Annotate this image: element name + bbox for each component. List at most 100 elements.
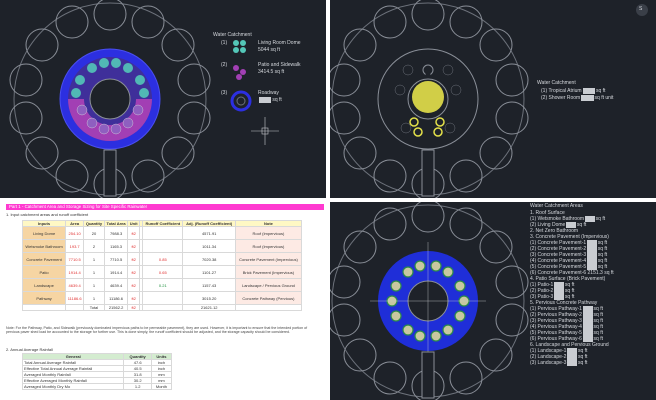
cell[interactable]: ft2 bbox=[127, 304, 140, 311]
cell[interactable]: ft2 bbox=[127, 239, 140, 253]
cell[interactable]: 3015.20 bbox=[182, 291, 236, 305]
cell[interactable]: Landscape / Pervious Ground bbox=[234, 278, 303, 292]
cell[interactable]: Brick Pavement (Impervious) bbox=[234, 265, 303, 279]
q1-item-3-label: Roadway bbox=[258, 90, 279, 96]
cell[interactable]: Concrete Pathway (Pervious) bbox=[234, 291, 303, 305]
cell[interactable]: Concrete Pavement bbox=[21, 252, 67, 266]
cell[interactable] bbox=[142, 239, 184, 253]
sheet-subtitle: 1. Input catchment areas and runoff coef… bbox=[6, 212, 89, 217]
q1-item-3-value: sq ft bbox=[258, 97, 282, 103]
q4-legend-title: Water Catchment Areas bbox=[530, 203, 583, 209]
value-box bbox=[259, 97, 272, 103]
cell[interactable]: 1914.4 bbox=[65, 265, 85, 279]
cell[interactable]: 20 bbox=[83, 226, 105, 240]
q1-item-1-label: Living Room Dome bbox=[258, 40, 301, 46]
table-row[interactable]: Living Dome 254.10 20 7988.3 ft2 4571.91… bbox=[21, 226, 303, 240]
cell[interactable]: Concrete Pavement (Impervious) bbox=[234, 252, 303, 266]
table-row[interactable]: Wetsmoke Bathroom 193.7 2 1165.3 ft2 101… bbox=[21, 239, 303, 253]
cell[interactable]: 11186.6 bbox=[65, 291, 85, 305]
cad-viewport-top-right[interactable]: S Water Catchment (1) Tropical Atrium sq… bbox=[330, 0, 656, 198]
cell[interactable]: 1.2 bbox=[123, 383, 152, 390]
cell[interactable]: 4571.91 bbox=[182, 226, 236, 240]
cell[interactable]: 21562.2 bbox=[103, 304, 129, 311]
q1-item-2-value: 3414.5 sq ft bbox=[258, 69, 285, 75]
table-row[interactable]: Pathway 11186.6 1 11186.6 ft2 3015.20 Co… bbox=[21, 291, 303, 305]
cell[interactable]: Roof (Impervious) bbox=[234, 239, 303, 253]
cell[interactable]: ft2 bbox=[127, 226, 140, 240]
q2-item-2: (2) Shower Room sq ft unit bbox=[541, 95, 614, 101]
cell[interactable]: 1165.3 bbox=[103, 239, 129, 253]
spreadsheet-panel[interactable]: Part 1 - Catchment Area and Storage Sizi… bbox=[0, 202, 326, 400]
cell[interactable]: 7710.5 bbox=[103, 252, 129, 266]
sheet-title: Part 1 - Catchment Area and Storage Sizi… bbox=[6, 204, 324, 210]
cell[interactable]: Living Dome bbox=[21, 226, 67, 240]
cell[interactable] bbox=[234, 304, 303, 311]
legend-line: (3) Landscape-3 sq ft bbox=[530, 360, 588, 366]
table2-title: 2. Annual Average Rainfall bbox=[6, 347, 53, 352]
cell[interactable]: 1011.34 bbox=[182, 239, 236, 253]
cell[interactable]: ft2 bbox=[127, 265, 140, 279]
cell[interactable]: Month bbox=[150, 383, 173, 390]
cell[interactable]: 254.10 bbox=[65, 226, 85, 240]
q1-item-1-value: 5044 sq ft bbox=[258, 47, 280, 53]
cell[interactable]: 1 bbox=[83, 291, 105, 305]
table-row[interactable]: Patio 1914.4 1 1914.4 ft2 0.65 1101.27 B… bbox=[21, 265, 303, 279]
cell[interactable] bbox=[142, 226, 184, 240]
cell[interactable]: 1101.27 bbox=[182, 265, 236, 279]
cell[interactable]: 0.85 bbox=[142, 252, 184, 266]
col-header: Total Area bbox=[103, 220, 129, 227]
compass-label[interactable]: S bbox=[639, 6, 642, 12]
cad-viewport-bottom-right[interactable]: Water Catchment Areas 1. Roof Surface (1… bbox=[330, 202, 656, 400]
cell[interactable]: Roof (Impervious) bbox=[234, 226, 303, 240]
cell[interactable]: 21621.12 bbox=[182, 304, 236, 311]
cell[interactable]: 1 bbox=[83, 252, 105, 266]
cell[interactable]: Patio bbox=[21, 265, 67, 279]
q1-legend-title: Water Catchment bbox=[213, 32, 252, 38]
cell[interactable]: 193.7 bbox=[65, 239, 85, 253]
table-row[interactable]: Concrete Pavement 7710.5 1 7710.5 ft2 0.… bbox=[21, 252, 303, 266]
sheet-note: Note: For the Pathway, Patio, and Sidewa… bbox=[6, 326, 308, 335]
cell[interactable]: 1914.4 bbox=[103, 265, 129, 279]
cell[interactable] bbox=[21, 304, 67, 311]
cell[interactable]: Total bbox=[83, 304, 105, 311]
table-row[interactable]: Landscape 4639.4 1 4639.4 ft2 0.21 1157.… bbox=[21, 278, 303, 292]
q1-item-2-label: Patio and Sidewalk bbox=[258, 62, 301, 68]
cell[interactable] bbox=[142, 291, 184, 305]
col-header: Unit bbox=[127, 220, 140, 227]
q1-item-2-num: (2) bbox=[221, 62, 228, 68]
cell[interactable]: 7988.3 bbox=[103, 226, 129, 240]
cell[interactable]: Pathway bbox=[21, 291, 67, 305]
col-header: Adj. (Runoff Coefficient) bbox=[182, 220, 236, 227]
total-row[interactable]: Total 21562.2 ft2 21621.12 bbox=[21, 304, 303, 311]
cell[interactable]: ft2 bbox=[127, 252, 140, 266]
cell[interactable]: 2 bbox=[83, 239, 105, 253]
cell[interactable]: 4639.4 bbox=[65, 278, 85, 292]
cell[interactable]: ft2 bbox=[127, 291, 140, 305]
cell[interactable]: 1 bbox=[83, 278, 105, 292]
cell[interactable]: 7020.38 bbox=[182, 252, 236, 266]
table-row[interactable]: Averaged Monthly Dry Mo 1.2 Month bbox=[21, 383, 173, 390]
col-header: Runoff Coefficient bbox=[142, 220, 184, 227]
q4-legend-list: 1. Roof Surface (1) Wetsmoke Bathroom sq… bbox=[530, 210, 614, 366]
cell[interactable]: 1157.43 bbox=[182, 278, 236, 292]
q2-item-1: (1) Tropical Atrium sq ft bbox=[541, 88, 606, 94]
q1-item-1-num: (1) bbox=[221, 40, 228, 46]
cell[interactable]: 0.65 bbox=[142, 265, 184, 279]
cell[interactable]: 7710.5 bbox=[65, 252, 85, 266]
catchment-table: Inputs Area Quantity Total Area Unit Run… bbox=[21, 220, 303, 311]
cell[interactable] bbox=[142, 304, 184, 311]
cell[interactable]: Landscape bbox=[21, 278, 67, 292]
cell[interactable]: 0.21 bbox=[142, 278, 184, 292]
cell[interactable]: 11186.6 bbox=[103, 291, 129, 305]
value-box bbox=[581, 95, 594, 101]
cell[interactable]: Wetsmoke Bathroom bbox=[21, 239, 67, 253]
cell[interactable] bbox=[65, 304, 85, 311]
cell[interactable]: 4639.4 bbox=[103, 278, 129, 292]
cad-viewport-top-left[interactable]: Water Catchment (1) Living Room Dome 504… bbox=[0, 0, 326, 198]
cell[interactable]: ft2 bbox=[127, 278, 140, 292]
rainfall-table: General Quantity Units Total Annual Aver… bbox=[21, 353, 173, 390]
cell[interactable]: 1 bbox=[83, 265, 105, 279]
col-header: Quantity bbox=[83, 220, 105, 227]
cell[interactable]: Averaged Monthly Dry Mo bbox=[21, 383, 125, 390]
q1-item-3-num: (3) bbox=[221, 90, 228, 96]
